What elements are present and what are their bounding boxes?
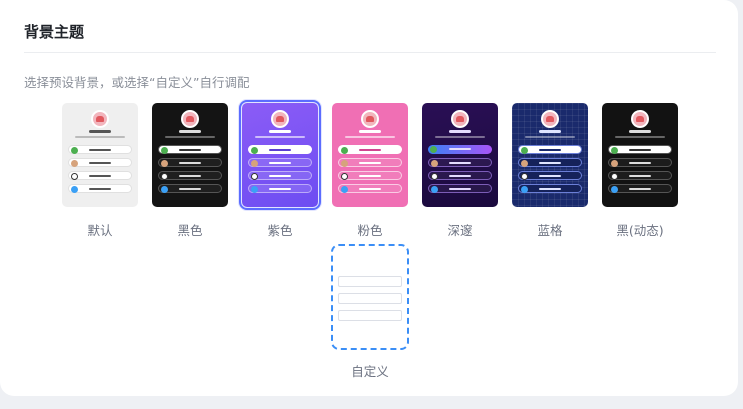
theme-option-black-dynamic[interactable]: 黑(动态) [602, 103, 678, 239]
theme-thumbnail-black-dynamic [602, 103, 678, 207]
theme-option-black[interactable]: 黑色 [152, 103, 228, 239]
theme-label: 黑色 [177, 223, 203, 238]
panel-title: 背景主题 [24, 23, 85, 41]
theme-option-deep[interactable]: 深邃 [422, 103, 498, 239]
theme-label: 自定义 [351, 364, 389, 379]
theme-thumbnail-deep [422, 103, 498, 207]
avatar [541, 110, 559, 128]
theme-option-custom[interactable]: 自定义 [331, 244, 409, 380]
theme-label: 深邃 [447, 223, 473, 238]
custom-thumbnail [331, 244, 409, 350]
theme-thumbnail-black [152, 103, 228, 207]
theme-label: 默认 [87, 223, 113, 238]
background-theme-panel: 背景主题 选择预设背景，或选择“自定义”自行调配 默认 黑色 紫色 粉色 深邃 … [0, 0, 738, 396]
theme-thumbnail-default [62, 103, 138, 207]
divider [24, 52, 716, 53]
theme-label: 紫色 [267, 223, 293, 238]
theme-thumbnail-purple [239, 100, 321, 210]
theme-label: 粉色 [357, 223, 383, 238]
avatar [271, 110, 289, 128]
theme-thumbnail-pink [332, 103, 408, 207]
theme-label: 蓝格 [537, 223, 563, 238]
avatar [91, 110, 109, 128]
theme-option-default[interactable]: 默认 [62, 103, 138, 239]
theme-option-blue-grid[interactable]: 蓝格 [512, 103, 588, 239]
avatar [451, 110, 469, 128]
avatar [631, 110, 649, 128]
theme-label: 黑(动态) [616, 223, 664, 238]
avatar [181, 110, 199, 128]
avatar [361, 110, 379, 128]
theme-option-pink[interactable]: 粉色 [332, 103, 408, 239]
theme-thumbnail-blue-grid [512, 103, 588, 207]
theme-option-purple[interactable]: 紫色 [239, 100, 321, 239]
hint-text: 选择预设背景，或选择“自定义”自行调配 [24, 75, 250, 90]
